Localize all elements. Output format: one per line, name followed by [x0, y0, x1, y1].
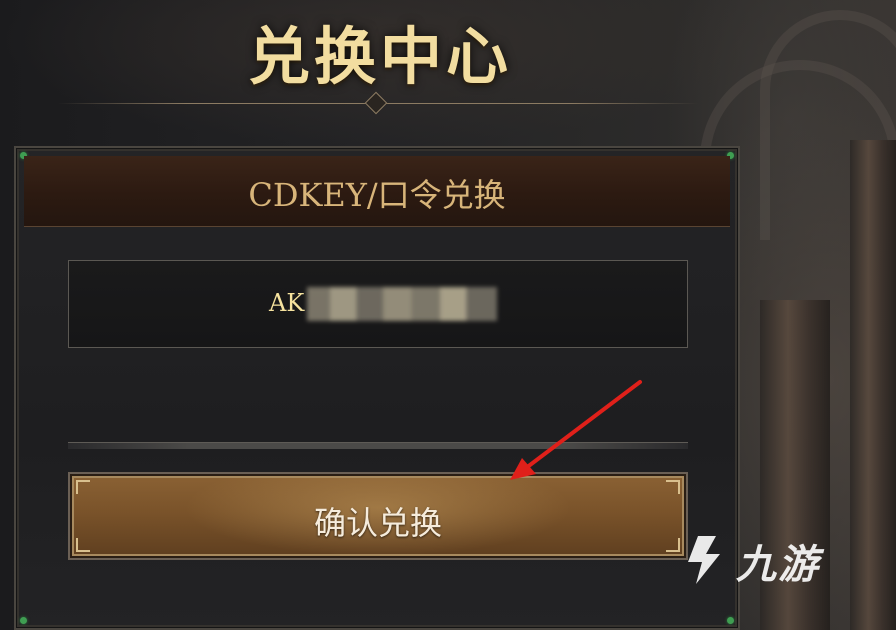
- pixelated-code-mask: [307, 287, 497, 321]
- button-corner-ornament: [76, 480, 90, 494]
- cdkey-input[interactable]: AK: [68, 260, 688, 348]
- watermark-logo-icon: [688, 536, 720, 584]
- panel-divider: [68, 442, 688, 449]
- page-title: 兑换中心: [247, 20, 512, 93]
- panel-header-title: CDKEY/口令兑换: [248, 176, 506, 214]
- corner-gem: [727, 617, 734, 624]
- redeem-panel: CDKEY/口令兑换 AK 确认兑换: [14, 146, 740, 630]
- watermark: 九游: [676, 528, 876, 598]
- panel-header: CDKEY/口令兑换: [24, 156, 730, 227]
- corner-gem: [20, 617, 27, 624]
- button-corner-ornament: [666, 480, 680, 494]
- confirm-redeem-button[interactable]: 确认兑换: [68, 472, 688, 560]
- confirm-redeem-label: 确认兑换: [313, 504, 442, 542]
- cdkey-input-value: AK: [269, 289, 305, 317]
- watermark-text: 九游: [736, 542, 820, 588]
